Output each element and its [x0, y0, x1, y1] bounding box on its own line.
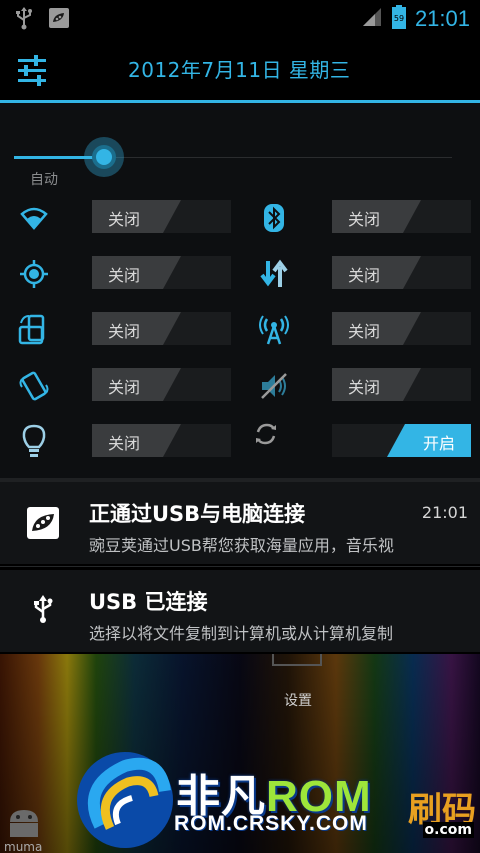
signal-icon [361, 6, 383, 32]
toggle-label: 关闭 [348, 378, 381, 397]
quick-settings-row: 关闭 关闭 [0, 200, 480, 236]
toggle-label: 关闭 [348, 322, 381, 341]
watermark-url: ROM.CRSKY.COM [174, 812, 368, 835]
notification-item[interactable]: USB 已连接 选择以将文件复制到计算机或从计算机复制 [0, 570, 480, 652]
watermark-corner-small: o.com [422, 822, 474, 838]
data-toggle[interactable]: 关闭 [332, 256, 471, 289]
quick-settings-panel: 自动 关闭 关闭 关闭 关闭 关闭 关闭 关闭 关闭 关闭 开启 [0, 103, 480, 478]
wifi-toggle[interactable]: 关闭 [92, 200, 231, 233]
vibrate-icon[interactable] [16, 368, 52, 404]
android-icon [4, 804, 44, 842]
usb-icon [26, 592, 60, 626]
svg-text:59: 59 [394, 14, 404, 23]
watermark-logo: 非凡ROM ROM.CRSKY.COM 刷码 o.com [70, 746, 480, 853]
home-settings-label: 设置 [284, 693, 312, 709]
battery-icon: 59 [391, 4, 407, 34]
gps-icon[interactable] [16, 256, 52, 292]
notification-text: 豌豆荚通过USB帮您获取海量应用，音乐视 [89, 536, 394, 555]
bluetooth-toggle[interactable]: 关闭 [332, 200, 471, 233]
flashlight-toggle[interactable]: 关闭 [92, 424, 231, 457]
toggle-label: 关闭 [108, 210, 141, 229]
flashlight-icon[interactable] [16, 424, 52, 460]
toggle-label: 关闭 [108, 434, 141, 453]
toggle-label: 关闭 [348, 210, 381, 229]
quick-settings-row: 关闭 关闭 [0, 312, 480, 348]
wandoujia-icon [48, 7, 70, 33]
wandoujia-icon [26, 506, 60, 540]
quick-settings-row: 关闭 开启 [0, 423, 480, 460]
auto-rotate-toggle[interactable]: 关闭 [92, 312, 231, 345]
notification-divider [0, 566, 480, 567]
wifi-icon[interactable] [16, 200, 52, 236]
toggle-label: 关闭 [108, 322, 141, 341]
settings-sliders-icon [18, 55, 46, 86]
settings-button[interactable] [12, 50, 52, 90]
home-widget-bar [272, 654, 322, 666]
quick-settings-row: 关闭 关闭 [0, 256, 480, 292]
sync-toggle[interactable]: 开启 [332, 424, 471, 457]
vibrate-toggle[interactable]: 关闭 [92, 368, 231, 401]
sound-mute-icon[interactable] [256, 368, 292, 404]
notification-time: 21:01 [421, 503, 468, 522]
toggle-label: 关闭 [108, 378, 141, 397]
notification-title: 正通过USB与电脑连接 [89, 502, 306, 526]
data-transfer-icon[interactable] [256, 256, 292, 292]
brightness-track[interactable] [104, 157, 452, 158]
hotspot-toggle[interactable]: 关闭 [332, 312, 471, 345]
bluetooth-icon[interactable] [256, 200, 292, 236]
watermark-swirl-icon [77, 752, 173, 848]
toggle-label: 开启 [422, 434, 455, 453]
brightness-auto-label: 自动 [30, 172, 58, 188]
notification-item[interactable]: 正通过USB与电脑连接 21:01 豌豆荚通过USB帮您获取海量应用，音乐视 [0, 482, 480, 564]
brightness-slider-thumb[interactable] [84, 137, 124, 177]
sound-toggle[interactable]: 关闭 [332, 368, 471, 401]
gps-toggle[interactable]: 关闭 [92, 256, 231, 289]
usb-icon [14, 6, 34, 34]
toggle-label: 关闭 [108, 266, 141, 285]
status-bar: 59 21:01 [0, 0, 480, 36]
rotation-icon[interactable] [16, 312, 52, 348]
notification-header: 2012年7月11日 星期三 [0, 36, 480, 104]
notification-title: USB 已连接 [89, 590, 208, 614]
toggle-label: 关闭 [348, 266, 381, 285]
notification-text: 选择以将文件复制到计算机或从计算机复制 [89, 624, 394, 643]
date-label: 2012年7月11日 星期三 [128, 58, 351, 82]
quick-settings-row: 关闭 关闭 [0, 368, 480, 404]
sync-icon[interactable] [248, 416, 284, 452]
hotspot-icon[interactable] [256, 312, 292, 348]
status-time: 21:01 [414, 6, 470, 31]
home-small-text: muma [4, 840, 43, 853]
